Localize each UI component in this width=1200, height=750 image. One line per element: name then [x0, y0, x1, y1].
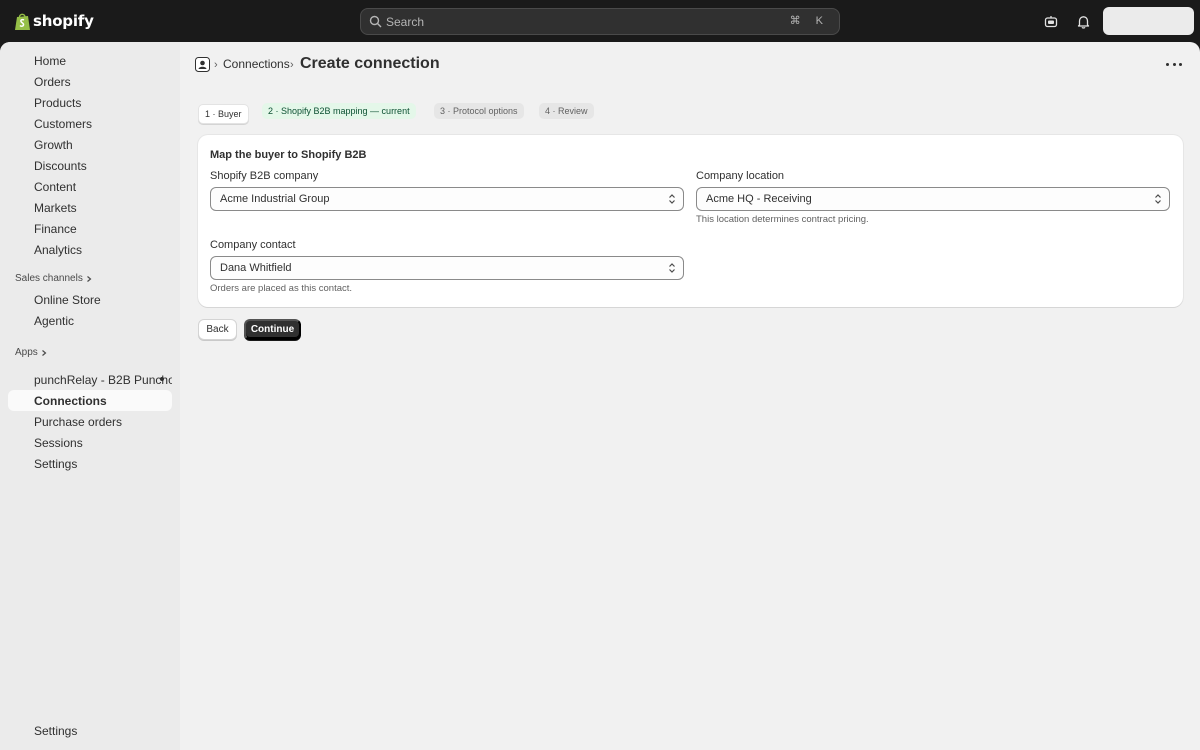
dot: [1179, 62, 1182, 66]
step-protocol-options: 3 · Protocol options: [434, 103, 524, 119]
nav-label: Markets: [34, 200, 77, 215]
nav-label: Purchase orders: [34, 414, 123, 429]
contact-label: Company contact: [210, 239, 296, 251]
section-label: Sales channels: [15, 273, 83, 284]
nav-app-settings[interactable]: Settings: [8, 453, 172, 474]
nav-home[interactable]: Home: [8, 50, 172, 71]
nav-label: punchRelay - B2B Punchout: [34, 372, 172, 387]
section-label: Apps: [15, 347, 38, 358]
select-caret-icon: [669, 263, 675, 273]
step-shopify-mapping: 2 · Shopify B2B mapping — current: [262, 103, 416, 119]
location-value: Acme HQ - Receiving: [706, 193, 812, 205]
nav-label: Agentic: [34, 313, 75, 328]
search-placeholder: Search: [386, 14, 425, 29]
nav-settings[interactable]: Settings: [8, 720, 172, 741]
nav-sessions[interactable]: Sessions: [8, 432, 172, 453]
contact-value: Dana Whitfield: [220, 262, 292, 274]
search-bar[interactable]: Search ⌘ K: [360, 8, 840, 35]
nav-online-store[interactable]: Online Store: [8, 289, 172, 310]
contact-help-text: Orders are placed as this contact.: [210, 283, 353, 294]
nav-label: Analytics: [34, 242, 83, 257]
chevron-right-icon: [86, 275, 92, 282]
step-review: 4 · Review: [539, 103, 594, 119]
dot: [1166, 62, 1169, 66]
location-help-text: This location determines contract pricin…: [696, 214, 869, 225]
app-icon[interactable]: [195, 57, 210, 72]
app-pin-indicator: [160, 377, 164, 381]
location-select[interactable]: Acme HQ - Receiving: [696, 187, 1170, 211]
nav-label: Connections: [34, 393, 107, 408]
nav-purchase-orders[interactable]: Purchase orders: [8, 411, 172, 432]
card-title: Map the buyer to Shopify B2B: [210, 149, 367, 161]
step-buyer[interactable]: 1 · Buyer: [198, 104, 249, 124]
nav-label: Orders: [34, 74, 71, 89]
sidebar: Home Orders Products Customers Growth Di…: [0, 42, 180, 750]
nav-finance[interactable]: Finance: [8, 218, 172, 239]
nav-label: Products: [34, 95, 82, 110]
mapping-card: Map the buyer to Shopify B2B Shopify B2B…: [198, 135, 1183, 307]
admin-frame: Home Orders Products Customers Growth Di…: [0, 42, 1200, 750]
nav-label: Online Store: [34, 292, 101, 307]
nav-label: Customers: [34, 116, 93, 131]
nav-analytics[interactable]: Analytics: [8, 239, 172, 260]
nav-label: Discounts: [34, 158, 87, 173]
nav-app-punchrelay[interactable]: punchRelay - B2B Punchout: [8, 369, 172, 390]
sidekick-icon: [1044, 15, 1057, 27]
bell-icon: [1077, 15, 1090, 29]
select-caret-icon: [669, 194, 675, 204]
sales-channels-header[interactable]: Sales channels: [15, 273, 93, 284]
page-title: Create connection: [300, 55, 440, 72]
chevron-right-icon: [41, 349, 47, 356]
nav-agentic[interactable]: Agentic: [8, 310, 172, 331]
search-icon: [369, 15, 382, 28]
breadcrumb-connections[interactable]: Connections: [223, 57, 290, 71]
nav-label: Content: [34, 179, 77, 194]
chevron-right-icon: ›: [214, 59, 218, 71]
nav-label: Growth: [34, 137, 73, 152]
store-account-button[interactable]: [1103, 7, 1194, 35]
back-button[interactable]: Back: [198, 319, 237, 340]
nav-customers[interactable]: Customers: [8, 113, 172, 134]
shopify-logo[interactable]: shopify: [14, 11, 94, 31]
location-label: Company location: [696, 170, 785, 182]
nav-growth[interactable]: Growth: [8, 134, 172, 155]
select-caret-icon: [1155, 194, 1161, 204]
dot: [1172, 62, 1176, 66]
nav-label: Settings: [34, 723, 78, 738]
nav-products[interactable]: Products: [8, 92, 172, 113]
chevron-right-icon: ›: [290, 59, 294, 71]
nav-markets[interactable]: Markets: [8, 197, 172, 218]
notifications-button[interactable]: [1070, 8, 1097, 35]
nav-label: Finance: [34, 221, 77, 236]
brand-wordmark: shopify: [33, 12, 94, 30]
continue-button[interactable]: Continue: [244, 319, 301, 340]
nav-orders[interactable]: Orders: [8, 71, 172, 92]
more-actions-button[interactable]: [1166, 57, 1182, 71]
top-bar: shopify Search ⌘ K: [0, 0, 1200, 42]
nav-label: Sessions: [34, 435, 83, 450]
search-shortcut: ⌘ K: [789, 15, 829, 27]
nav-connections[interactable]: Connections: [8, 390, 172, 411]
company-select[interactable]: Acme Industrial Group: [210, 187, 684, 211]
nav-label: Settings: [34, 456, 78, 471]
company-value: Acme Industrial Group: [220, 193, 330, 205]
apps-header[interactable]: Apps: [15, 347, 48, 358]
sidekick-button[interactable]: [1037, 8, 1064, 35]
contact-select[interactable]: Dana Whitfield: [210, 256, 684, 280]
company-label: Shopify B2B company: [210, 170, 319, 182]
shopify-bag-icon: [15, 13, 30, 30]
nav-discounts[interactable]: Discounts: [8, 155, 172, 176]
nav-content[interactable]: Content: [8, 176, 172, 197]
nav-label: Home: [34, 53, 67, 68]
main-content: › Connections › Create connection 1 · Bu…: [180, 42, 1200, 750]
